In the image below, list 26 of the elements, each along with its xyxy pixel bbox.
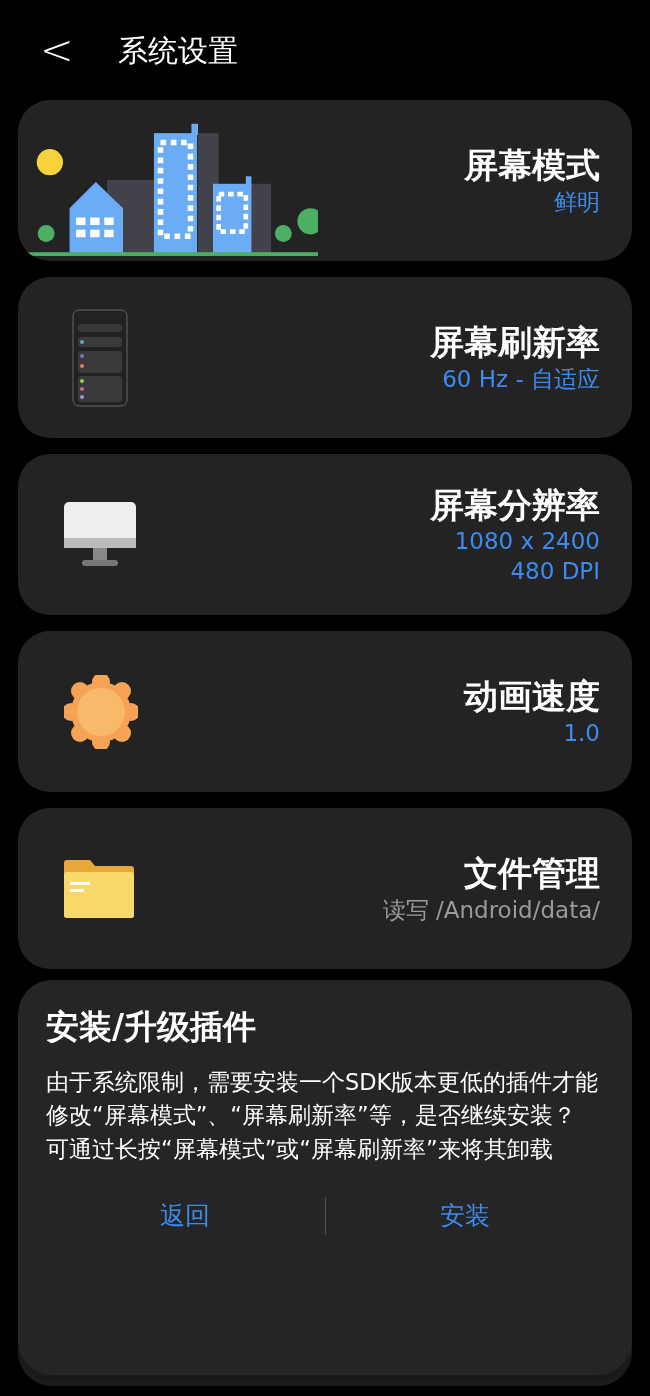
card-title: 屏幕模式 <box>463 144 600 188</box>
card-value: 1.0 <box>562 718 600 748</box>
settings-card[interactable]: 屏幕分辨率 1080 x 2400 480 DPI <box>18 454 632 615</box>
settings-card[interactable]: 动画速度 1.0 <box>18 631 632 792</box>
card-value: 480 DPI <box>509 556 600 586</box>
dialog-title: 安装/升级插件 <box>46 1006 258 1048</box>
page-title: 系统设置 <box>117 31 238 70</box>
back-button[interactable]: 返回 <box>46 1188 325 1243</box>
sun-icon <box>64 674 138 749</box>
back-button[interactable]: < <box>36 30 78 70</box>
settings-card[interactable]: 文件管理 读写 /Android/data/ <box>18 808 632 969</box>
settings-card[interactable]: 屏幕模式 鲜明 <box>18 100 632 261</box>
install-button[interactable]: 安装 <box>325 1188 604 1243</box>
card-value: 1080 x 2400 <box>453 526 600 556</box>
card-title: 动画速度 <box>462 675 600 719</box>
folder-icon <box>64 859 134 918</box>
card-value: 读写 /Android/data/ <box>381 895 600 925</box>
card-title: 屏幕分辨率 <box>429 483 600 527</box>
settings-card[interactable]: 屏幕刷新率 60 Hz - 自适应 <box>18 277 632 438</box>
card-title: 屏幕刷新率 <box>429 321 600 365</box>
card-value: 60 Hz - 自适应 <box>441 364 600 394</box>
dialog-message: 由于系统限制，需要安装一个SDK版本更低的插件才能修改“屏幕模式”、“屏幕刷新率”等，是否继续安装？ <box>46 1067 600 1131</box>
dialog-message: 可通过长按“屏幕模式”或“屏幕刷新率”来将其卸载 <box>46 1135 554 1164</box>
monitor-icon <box>64 501 136 568</box>
card-title: 文件管理 <box>463 852 600 896</box>
card-value: 鲜明 <box>553 187 600 217</box>
